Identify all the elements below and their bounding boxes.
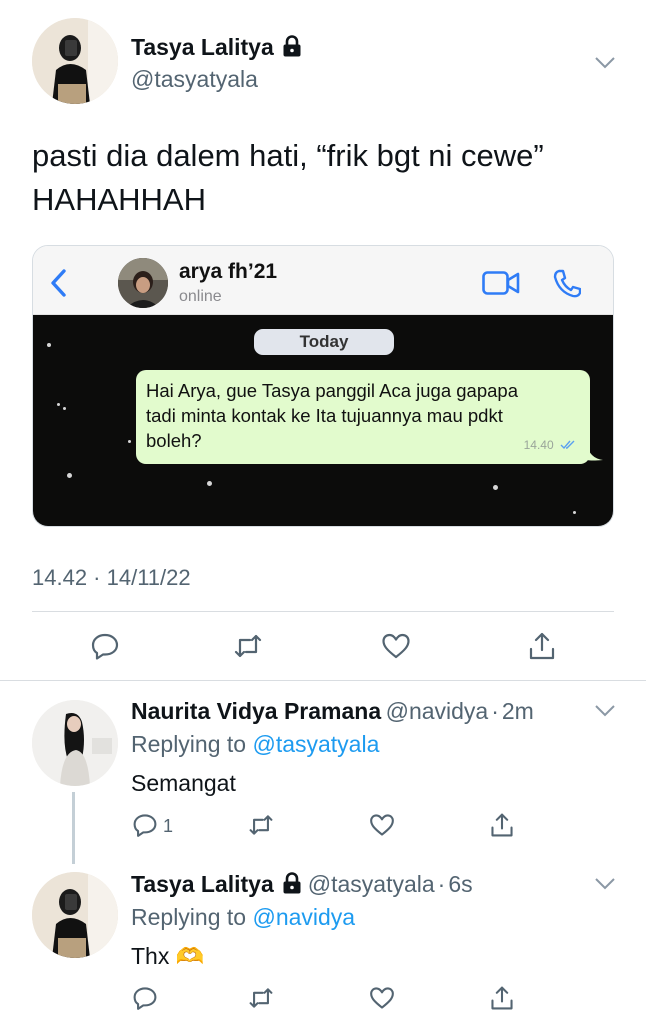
tweet-timestamp[interactable]: 14.42 · 14/11/22 [32, 565, 191, 591]
background-speck [47, 343, 51, 347]
mention-link[interactable]: @navidya [252, 904, 355, 930]
like-button[interactable] [369, 812, 395, 838]
date-chip: Today [254, 329, 394, 355]
reply-1-time[interactable]: 2m [502, 698, 534, 724]
chat-body: Today Hai Arya, gue Tasya panggil Aca ju… [33, 315, 613, 526]
contact-avatar [118, 258, 168, 308]
share-button[interactable] [489, 985, 515, 1011]
retweet-button[interactable] [233, 631, 263, 661]
phone-icon [553, 269, 581, 298]
attached-chat-screenshot[interactable]: arya fh’21 online Today Hai Arya, gue Ta… [32, 245, 614, 527]
retweet-button[interactable] [248, 812, 274, 838]
author-handle[interactable]: @tasyatyala [131, 66, 258, 93]
reply-button[interactable] [132, 812, 158, 838]
share-button[interactable] [527, 631, 557, 661]
mention-link[interactable]: @tasyatyala [252, 731, 379, 757]
reply-1-author-handle[interactable]: @navidya [386, 698, 489, 724]
reply-2-text: Thx 🫶 [131, 943, 205, 969]
chevron-down-icon[interactable] [594, 877, 616, 891]
background-speck [493, 485, 498, 490]
background-speck [63, 407, 66, 410]
reply-1-header: Naurita Vidya Pramana @navidya · 2m [131, 698, 534, 724]
message-time: 14.40 [524, 433, 576, 458]
share-icon [491, 986, 513, 1010]
contact-name: arya fh’21 [179, 260, 278, 283]
reply-count: 1 [163, 816, 174, 836]
reply-1-text: Semangat [131, 770, 236, 796]
like-icon [370, 814, 394, 836]
avatar-tasya[interactable] [32, 18, 118, 104]
reply-2-author-name[interactable]: Tasya Lalitya [131, 871, 274, 897]
chevron-down-icon[interactable] [594, 704, 616, 718]
like-icon [382, 633, 410, 659]
double-check-icon [560, 440, 575, 450]
reply-icon [133, 814, 157, 837]
reply-2-replying-to: Replying to @navidya [131, 904, 356, 930]
avatar-naurita[interactable] [32, 700, 118, 786]
lock-icon [282, 872, 302, 899]
share-button[interactable] [489, 812, 515, 838]
back-icon [51, 269, 66, 297]
avatar-tasya[interactable] [32, 872, 118, 958]
divider [0, 680, 646, 681]
divider [32, 611, 614, 612]
background-speck [128, 440, 131, 443]
reply-2-time[interactable]: 6s [448, 871, 472, 897]
background-speck [57, 403, 60, 406]
reply-2-author-handle[interactable]: @tasyatyala [308, 871, 435, 897]
background-speck [207, 481, 212, 486]
tweet-text: pasti dia dalem hati, “frik bgt ni cewe”… [32, 138, 544, 217]
reply-2-header: Tasya Lalitya @tasyatyala · 6s [131, 871, 473, 899]
reply-1-author-name[interactable]: Naurita Vidya Pramana [131, 698, 381, 724]
retweet-icon [234, 634, 262, 658]
retweet-icon [249, 988, 273, 1008]
share-icon [529, 632, 555, 660]
chat-header: arya fh’21 online [33, 246, 613, 315]
like-button[interactable] [381, 631, 411, 661]
lock-icon [282, 35, 302, 63]
reply-icon [91, 633, 119, 660]
reply-1-replying-to: Replying to @tasyatyala [131, 731, 380, 757]
bubble-tail [587, 444, 603, 461]
retweet-icon [249, 815, 273, 835]
message-bubble: Hai Arya, gue Tasya panggil Aca juga gap… [136, 370, 590, 464]
author-name[interactable]: Tasya Lalitya [131, 34, 302, 63]
contact-status: online [179, 288, 222, 305]
reply-button[interactable] [90, 631, 120, 661]
chevron-down-icon[interactable] [594, 56, 616, 70]
share-icon [491, 813, 513, 837]
retweet-button[interactable] [248, 985, 274, 1011]
reply-icon [133, 987, 157, 1010]
reply-button[interactable] [132, 985, 158, 1011]
thread-connector [72, 792, 75, 864]
background-speck [573, 511, 576, 514]
like-icon [370, 987, 394, 1009]
like-button[interactable] [369, 985, 395, 1011]
background-speck [67, 473, 72, 478]
video-call-icon [482, 271, 520, 295]
